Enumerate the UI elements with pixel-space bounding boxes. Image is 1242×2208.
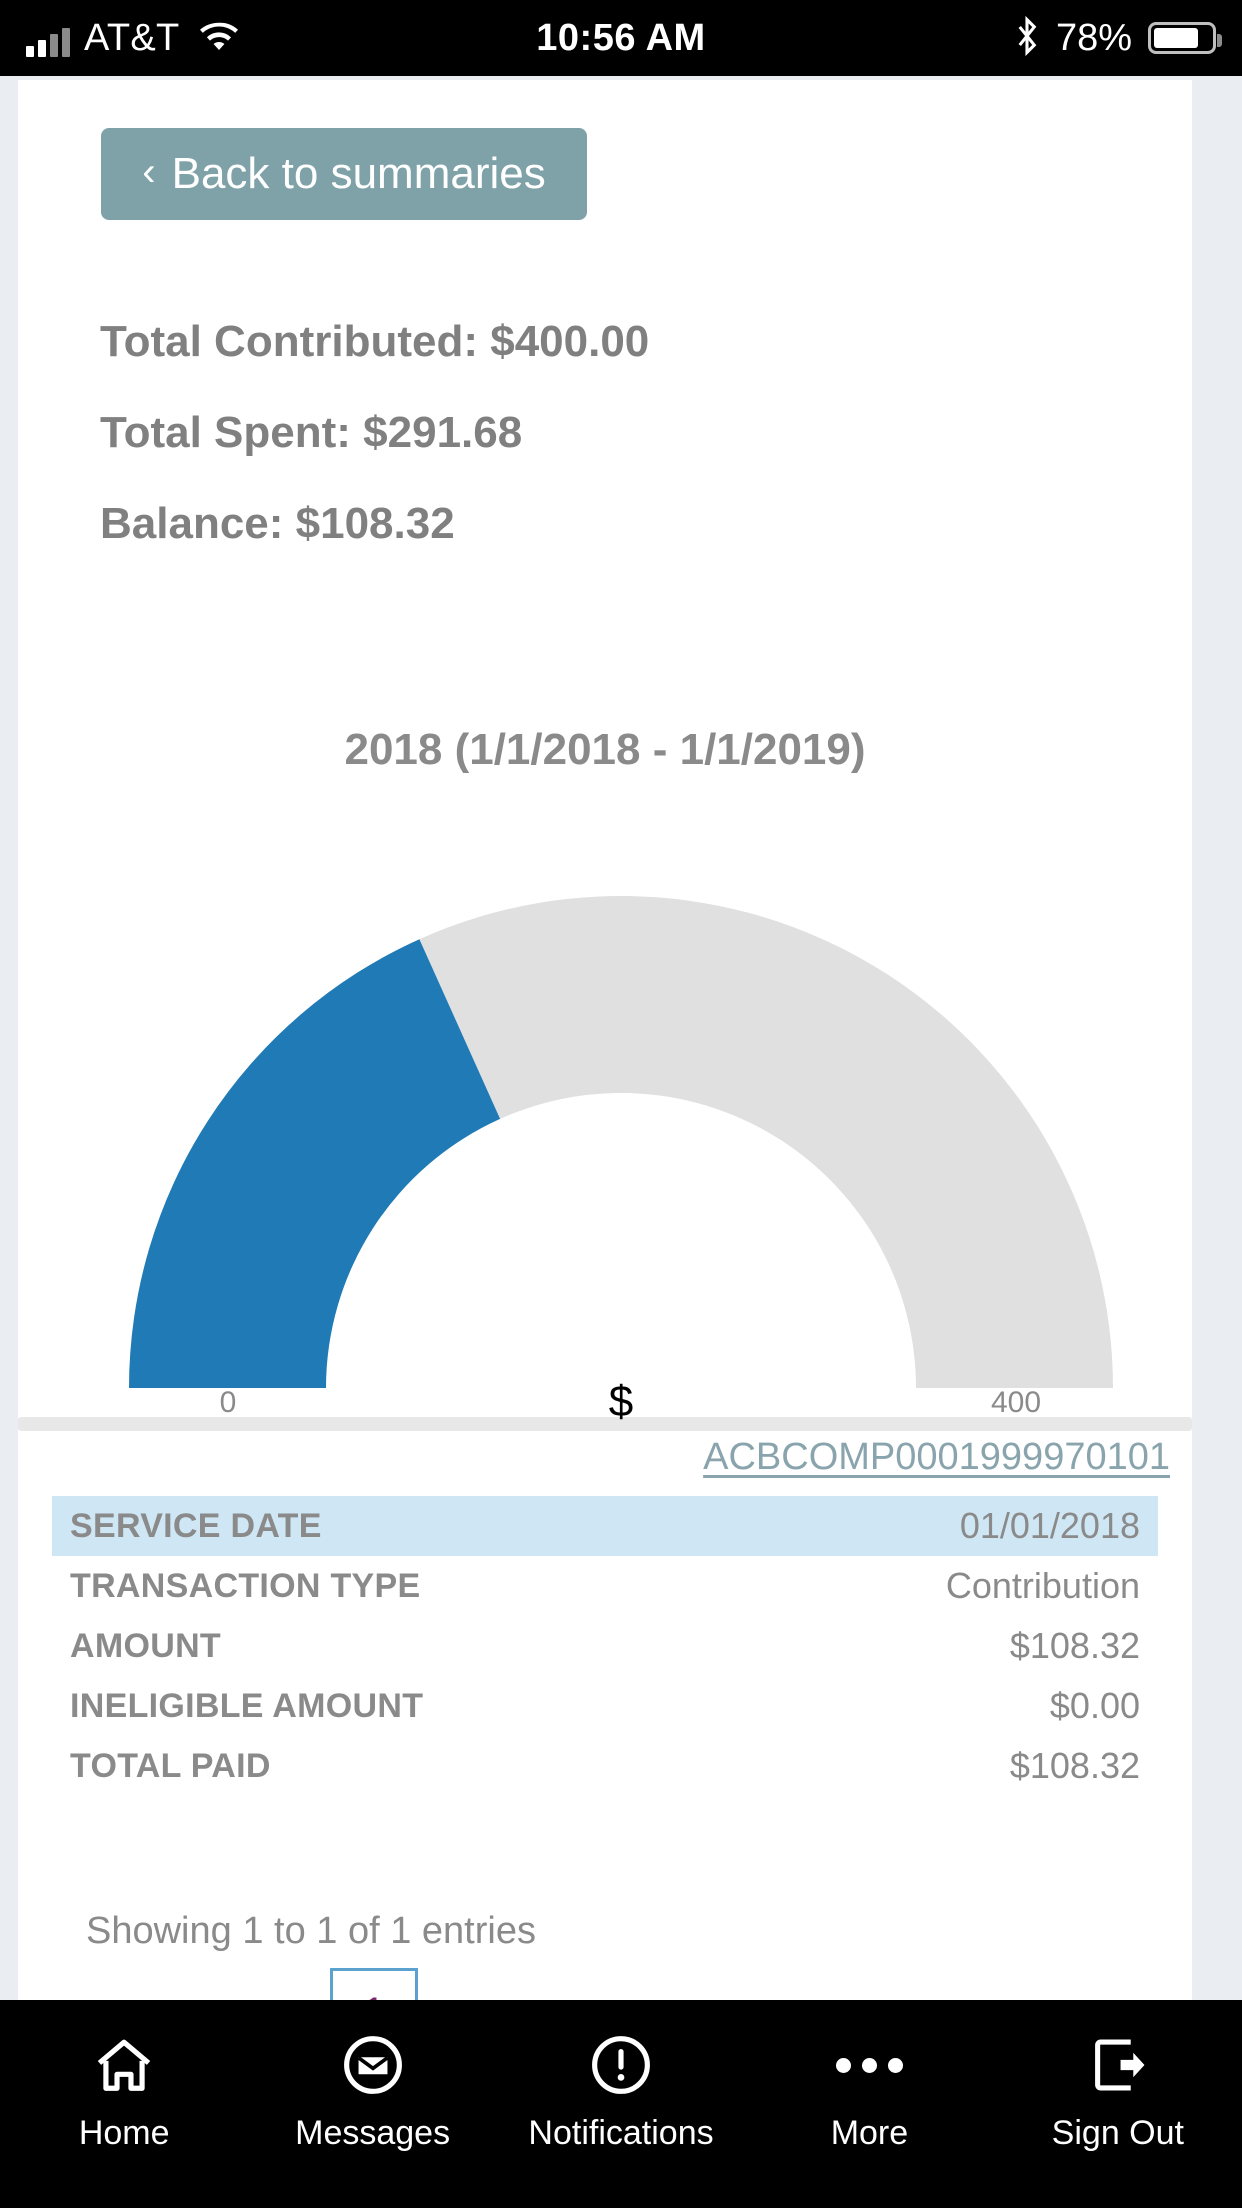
account-number-link[interactable]: ACBCOMP0001999970101 xyxy=(703,1436,1170,1479)
envelope-circle-icon xyxy=(342,2034,404,2096)
status-bar: AT&T 10:56 AM 78% xyxy=(0,0,1242,76)
chart-title: 2018 (1/1/2018 - 1/1/2019) xyxy=(344,725,866,774)
table-row: INELIGIBLE AMOUNT $0.00 xyxy=(52,1676,1158,1736)
gauge-unit-label: $ xyxy=(609,1377,633,1426)
bottom-navigation-bar: Home Messages Notifications More Sign Ou… xyxy=(0,2000,1242,2208)
table-row: TOTAL PAID $108.32 xyxy=(52,1736,1158,1796)
nav-item-more[interactable]: More xyxy=(745,2000,993,2153)
summary-block: Total Contributed: $400.00 Total Spent: … xyxy=(100,320,1100,593)
content-card: ‹ Back to summaries Total Contributed: $… xyxy=(18,80,1192,2056)
gauge-value-arc xyxy=(129,939,501,1388)
page-background: ‹ Back to summaries Total Contributed: $… xyxy=(0,76,1242,2056)
battery-icon xyxy=(1148,22,1222,54)
gauge-remaining-arc xyxy=(419,896,1113,1388)
nav-label: Messages xyxy=(295,2114,451,2152)
balance: Balance: $108.32 xyxy=(100,499,455,548)
gauge-chart: 0 $ 400 xyxy=(18,820,1192,1440)
gauge-axis-line xyxy=(18,1417,1192,1431)
ellipsis-icon xyxy=(835,2034,903,2096)
total-contributed: Total Contributed: $400.00 xyxy=(100,317,650,366)
gauge-tick-min: 0 xyxy=(220,1386,237,1419)
nav-label: Notifications xyxy=(528,2114,714,2152)
nav-item-sign-out[interactable]: Sign Out xyxy=(994,2000,1242,2153)
total-spent: Total Spent: $291.68 xyxy=(100,408,523,457)
nav-item-messages[interactable]: Messages xyxy=(248,2000,496,2153)
row-label: AMOUNT xyxy=(70,1626,221,1665)
battery-percentage: 78% xyxy=(1055,16,1132,59)
back-to-summaries-button[interactable]: ‹ Back to summaries xyxy=(101,128,587,220)
table-row: SERVICE DATE 01/01/2018 xyxy=(52,1496,1158,1556)
row-label: SERVICE DATE xyxy=(70,1506,322,1545)
row-label: INELIGIBLE AMOUNT xyxy=(70,1686,424,1725)
row-value: $108.32 xyxy=(1009,1745,1140,1786)
nav-label: Sign Out xyxy=(1051,2114,1184,2152)
nav-item-notifications[interactable]: Notifications xyxy=(497,2000,745,2153)
nav-label: Home xyxy=(78,2114,170,2152)
row-label: TRANSACTION TYPE xyxy=(70,1566,421,1605)
row-value: Contribution xyxy=(945,1565,1140,1606)
home-icon xyxy=(93,2034,155,2096)
row-value: $108.32 xyxy=(1009,1625,1140,1666)
bluetooth-icon xyxy=(1014,15,1040,61)
back-button-label: Back to summaries xyxy=(171,149,546,198)
row-value: 01/01/2018 xyxy=(959,1505,1140,1546)
exclamation-circle-icon xyxy=(590,2034,652,2096)
row-label: TOTAL PAID xyxy=(70,1746,271,1785)
nav-item-home[interactable]: Home xyxy=(0,2000,248,2153)
table-row: TRANSACTION TYPE Contribution xyxy=(52,1556,1158,1616)
row-value: $0.00 xyxy=(1049,1685,1140,1726)
entries-count-label: Showing 1 to 1 of 1 entries xyxy=(86,1910,536,1952)
table-row: AMOUNT $108.32 xyxy=(52,1616,1158,1676)
nav-label: More xyxy=(830,2114,909,2152)
gauge-tick-max: 400 xyxy=(991,1386,1041,1419)
status-bar-right: 78% xyxy=(1014,15,1242,61)
chevron-left-icon: ‹ xyxy=(142,150,156,194)
transaction-detail-table: SERVICE DATE 01/01/2018 TRANSACTION TYPE… xyxy=(52,1496,1158,1796)
sign-out-icon xyxy=(1090,2034,1146,2096)
